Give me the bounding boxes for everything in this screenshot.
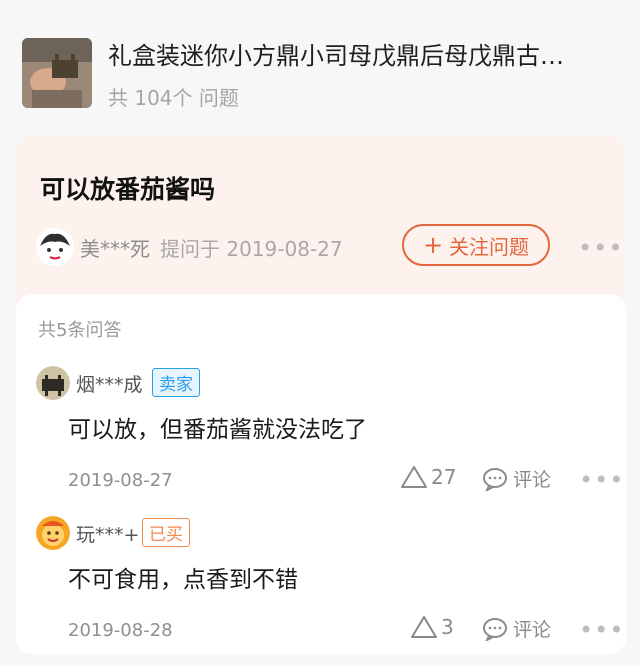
follow-label: 关注问题 <box>449 234 530 259</box>
question-card: 可以放番茄酱吗 美***死 提问于 2019-08-27 + 关注问题 ••• <box>16 136 626 306</box>
comment-label: 评论 <box>513 619 552 641</box>
answers-card: 共5条问答 烟***成 卖家 可以放，但番茄酱就没法吃了 2019-08-27 … <box>16 294 626 654</box>
product-header[interactable]: 礼盒装迷你小方鼎小司母戊鼎后母戊鼎古… 共 104个 问题 <box>0 0 640 140</box>
answer-avatar <box>36 366 70 400</box>
like-triangle-icon <box>411 616 437 638</box>
like-button[interactable]: 3 <box>410 615 454 639</box>
answer-avatar <box>36 516 70 550</box>
seller-badge: 卖家 <box>152 368 200 397</box>
like-button[interactable]: 27 <box>400 465 456 489</box>
product-title[interactable]: 礼盒装迷你小方鼎小司母戊鼎后母戊鼎古… <box>108 36 608 71</box>
more-icon[interactable]: ••• <box>579 616 624 644</box>
comment-icon <box>483 617 507 641</box>
more-icon[interactable]: ••• <box>578 234 623 262</box>
answer-date: 2019-08-28 <box>68 620 173 641</box>
answer-date: 2019-08-27 <box>68 470 173 491</box>
like-count: 27 <box>431 465 457 489</box>
follow-question-button[interactable]: + 关注问题 <box>402 224 550 266</box>
answer-user: 烟***成 <box>76 374 143 396</box>
comment-button[interactable]: 评论 <box>482 465 551 492</box>
asker-avatar <box>36 228 74 266</box>
question-title: 可以放番茄酱吗 <box>40 175 216 204</box>
answer-item: 玩***+ 已买 不可食用，点香到不错 2019-08-28 3 评论 ••• <box>16 516 626 666</box>
product-thumbnail[interactable] <box>22 38 92 108</box>
answers-count: 共5条问答 <box>38 320 122 341</box>
comment-button[interactable]: 评论 <box>482 615 551 642</box>
question-date: 提问于 2019-08-27 <box>160 237 343 261</box>
answer-user: 玩***+ <box>76 524 140 546</box>
bought-badge: 已买 <box>142 518 190 547</box>
like-triangle-icon <box>401 466 427 488</box>
comment-label: 评论 <box>513 469 552 491</box>
plus-icon: + <box>422 231 444 259</box>
answer-item: 烟***成 卖家 可以放，但番茄酱就没法吃了 2019-08-27 27 评论 … <box>16 366 626 516</box>
comment-icon <box>483 467 507 491</box>
answer-text: 可以放，但番茄酱就没法吃了 <box>68 417 367 443</box>
like-count: 3 <box>441 615 454 639</box>
question-total: 共 104个 问题 <box>108 86 239 110</box>
answer-text: 不可食用，点香到不错 <box>68 567 298 593</box>
asker-name: 美***死 <box>80 237 150 261</box>
more-icon[interactable]: ••• <box>579 466 624 494</box>
